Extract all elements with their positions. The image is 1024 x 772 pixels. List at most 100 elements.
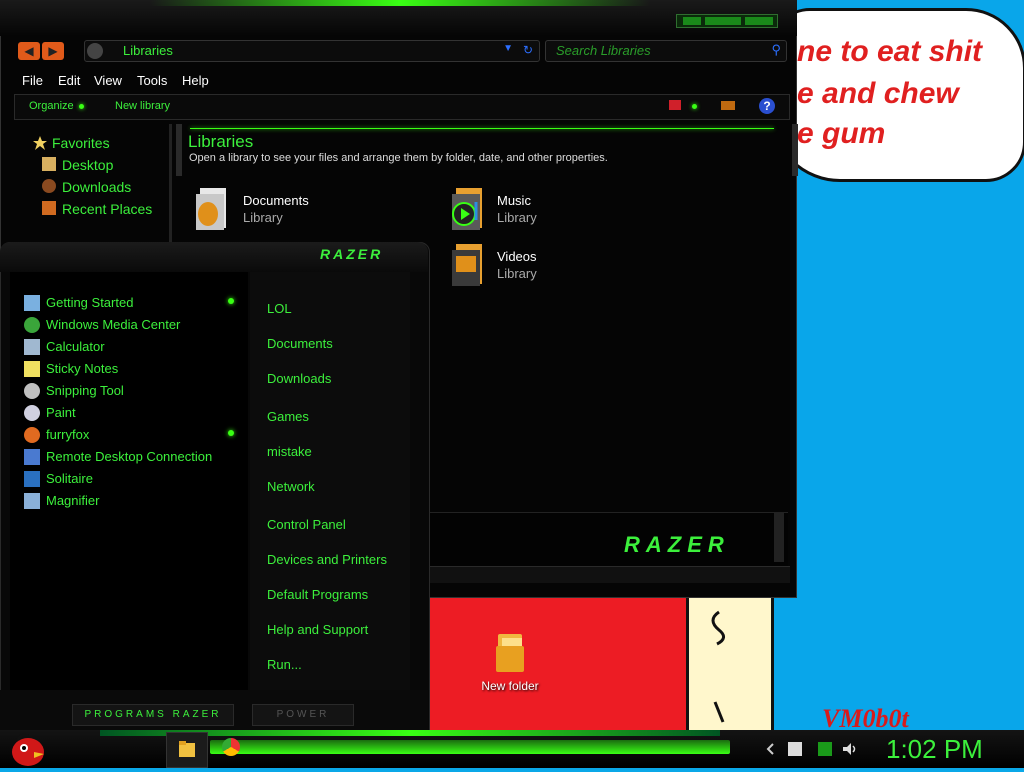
place-control-panel[interactable]: Control Panel [267,517,346,532]
pane-divider[interactable] [169,124,172,242]
solitaire-icon [24,471,40,487]
place-run[interactable]: Run... [267,657,302,672]
status-bar [428,566,790,583]
program-sticky-notes[interactable]: Sticky Notes [46,361,118,376]
face-doodle [711,610,725,723]
show-hidden-icons-icon[interactable] [764,742,778,756]
window-controls[interactable] [676,14,778,28]
getting-started-icon [24,295,40,311]
close-button[interactable] [745,17,773,25]
place-devices-and-printers[interactable]: Devices and Printers [267,552,387,567]
calculator-icon [24,339,40,355]
header-glow-line [190,128,774,129]
network-icon[interactable] [818,742,832,756]
minimize-button[interactable] [683,17,701,25]
new-library-button[interactable]: New library [115,100,170,112]
folder-icon [179,741,195,757]
taskbar-explorer-button[interactable] [166,732,208,768]
organize-label: Organize [29,100,74,112]
address-bar[interactable]: Libraries ▼ ↻ [84,40,540,62]
menu-view[interactable]: View [94,73,122,88]
volume-icon[interactable] [842,742,856,756]
forward-button[interactable]: ▶ [42,42,64,60]
menu-tools[interactable]: Tools [137,73,167,88]
submenu-dot-icon[interactable] [228,298,234,304]
help-icon[interactable]: ? [759,98,775,114]
search-input[interactable]: Search Libraries ⚲ [545,40,787,62]
firefox-icon [24,427,40,443]
search-icon[interactable]: ⚲ [771,42,781,58]
menu-edit[interactable]: Edit [58,73,80,88]
chrome-icon[interactable] [222,738,240,756]
taskbar-accent-bar [210,740,730,754]
power-button[interactable]: POWER [252,704,354,726]
organize-button[interactable]: Organize [29,100,84,112]
program-windows-media-center[interactable]: Windows Media Center [46,317,180,332]
preview-pane-icon[interactable] [721,101,735,110]
nav-downloads[interactable]: Downloads [62,179,131,195]
program-calculator[interactable]: Calculator [46,339,105,354]
desktop-folder-label: New folder [481,679,539,693]
magnifier-icon [24,493,40,509]
nav-recent-places[interactable]: Recent Places [62,201,152,217]
submenu-dot-icon[interactable] [228,430,234,436]
menu-bar: File Edit View Tools Help [12,70,792,90]
library-item-videos[interactable]: Videos Library [446,242,576,292]
documents-library-icon [196,188,226,230]
program-magnifier[interactable]: Magnifier [46,493,99,508]
library-item-music[interactable]: Music Library [446,186,576,236]
place-downloads[interactable]: Downloads [267,371,331,386]
bubble-line-2: e and chew [797,77,959,110]
library-title: Libraries [188,132,254,151]
videos-library-icon [452,244,482,286]
place-mistake[interactable]: mistake [267,444,312,459]
place-games[interactable]: Games [267,409,309,424]
place-help-and-support[interactable]: Help and Support [267,622,368,637]
program-solitaire[interactable]: Solitaire [46,471,93,486]
bubble-line-1: ne to eat shit [797,35,983,68]
all-programs-button[interactable]: PROGRAMS RAZER [72,704,234,726]
address-text: Libraries [123,43,173,58]
snipping-tool-icon [24,383,40,399]
scrollbar[interactable] [774,512,784,562]
program-furryfox[interactable]: furryfox [46,427,89,442]
program-paint[interactable]: Paint [46,405,76,420]
command-bar: Organize New library ? [14,94,790,120]
maximize-button[interactable] [705,17,741,25]
location-icon [87,43,103,59]
nav-desktop[interactable]: Desktop [62,157,113,173]
desktop-folder-icon[interactable]: New folder [470,630,550,693]
remote-desktop-icon [24,449,40,465]
place-default-programs[interactable]: Default Programs [267,587,368,602]
taskbar-clock[interactable]: 1:02 PM [886,734,983,765]
library-type: Library [497,210,537,225]
speech-bubble: ne to eat shit e and chew e gum [770,8,1024,182]
bubble-line-3: e gum [797,117,886,150]
program-getting-started[interactable]: Getting Started [46,295,133,310]
razer-logo: RAZER [624,532,730,557]
music-library-icon [452,188,482,230]
place-network[interactable]: Network [267,479,315,494]
wallpaper-tan-panel [686,598,774,730]
program-snipping-tool[interactable]: Snipping Tool [46,383,124,398]
chevron-down-icon[interactable]: ▼ [503,43,513,54]
refresh-icon[interactable]: ↻ [523,43,533,57]
sticky-notes-icon [24,361,40,377]
search-placeholder: Search Libraries [556,43,651,58]
view-dropdown-dot-icon[interactable] [692,104,697,109]
place-lol[interactable]: LOL [267,301,292,316]
dropdown-dot-icon [78,103,84,109]
back-button[interactable]: ◀ [18,42,40,60]
menu-help[interactable]: Help [182,73,209,88]
place-documents[interactable]: Documents [267,336,333,351]
view-options-icon[interactable] [669,100,681,110]
start-button[interactable] [4,730,48,768]
program-remote-desktop-connection[interactable]: Remote Desktop Connection [46,449,212,464]
library-name: Videos [497,249,537,264]
library-item-documents[interactable]: Documents Library [190,186,320,236]
keyboard-icon[interactable] [788,742,802,756]
menu-file[interactable]: File [22,73,43,88]
recent-places-icon [42,201,56,215]
nav-favorites[interactable]: Favorites [52,135,110,151]
library-header [176,124,798,176]
